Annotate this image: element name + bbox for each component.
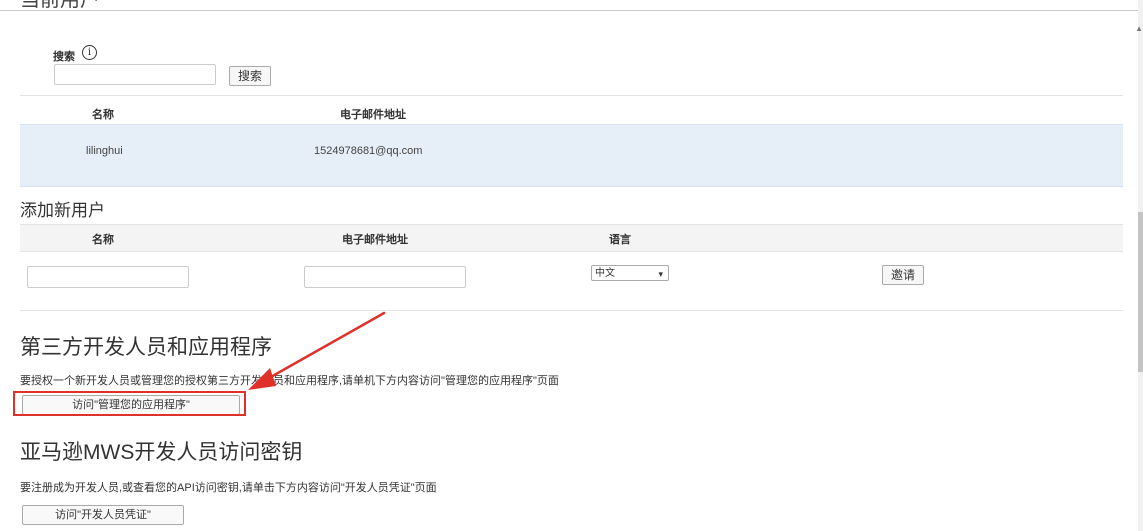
red-arrow-annotation-icon bbox=[248, 311, 386, 390]
